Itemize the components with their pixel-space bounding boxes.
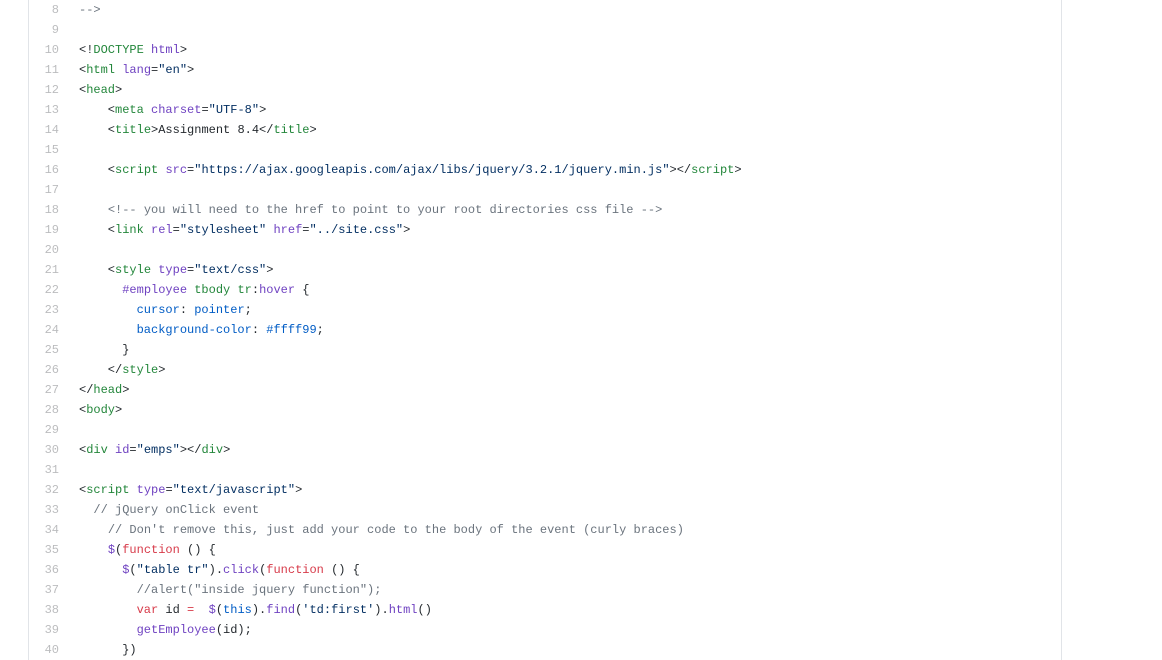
line-number[interactable]: 40: [33, 640, 59, 660]
line-number[interactable]: 33: [33, 500, 59, 520]
code-line[interactable]: -->: [79, 0, 1061, 20]
line-number[interactable]: 15: [33, 140, 59, 160]
line-number[interactable]: 27: [33, 380, 59, 400]
line-number[interactable]: 28: [33, 400, 59, 420]
code-line[interactable]: <link rel="stylesheet" href="../site.css…: [79, 220, 1061, 240]
code-line[interactable]: var id = $(this).find('td:first').html(): [79, 600, 1061, 620]
code-line[interactable]: [79, 460, 1061, 480]
code-line[interactable]: <body>: [79, 400, 1061, 420]
code-line[interactable]: #employee tbody tr:hover {: [79, 280, 1061, 300]
line-number[interactable]: 20: [33, 240, 59, 260]
code-line[interactable]: [79, 240, 1061, 260]
line-number[interactable]: 14: [33, 120, 59, 140]
code-line[interactable]: background-color: #ffff99;: [79, 320, 1061, 340]
line-number[interactable]: 36: [33, 560, 59, 580]
code-line[interactable]: <style type="text/css">: [79, 260, 1061, 280]
code-line[interactable]: // jQuery onClick event: [79, 500, 1061, 520]
code-viewer: 8910111213141516171819202122232425262728…: [28, 0, 1062, 660]
code-line[interactable]: }): [79, 640, 1061, 660]
line-number[interactable]: 9: [33, 20, 59, 40]
code-line[interactable]: //alert("inside jquery function");: [79, 580, 1061, 600]
line-number[interactable]: 39: [33, 620, 59, 640]
code-line[interactable]: </head>: [79, 380, 1061, 400]
line-number[interactable]: 18: [33, 200, 59, 220]
code-line[interactable]: cursor: pointer;: [79, 300, 1061, 320]
line-number-gutter: 8910111213141516171819202122232425262728…: [29, 0, 69, 660]
line-number[interactable]: 8: [33, 0, 59, 20]
line-number[interactable]: 32: [33, 480, 59, 500]
code-line[interactable]: // Don't remove this, just add your code…: [79, 520, 1061, 540]
code-line[interactable]: <div id="emps"></div>: [79, 440, 1061, 460]
code-line[interactable]: }: [79, 340, 1061, 360]
code-line[interactable]: getEmployee(id);: [79, 620, 1061, 640]
code-content[interactable]: --> <!DOCTYPE html><html lang="en"><head…: [69, 0, 1061, 660]
line-number[interactable]: 35: [33, 540, 59, 560]
line-number[interactable]: 37: [33, 580, 59, 600]
line-number[interactable]: 10: [33, 40, 59, 60]
code-line[interactable]: </style>: [79, 360, 1061, 380]
code-line[interactable]: <meta charset="UTF-8">: [79, 100, 1061, 120]
line-number[interactable]: 30: [33, 440, 59, 460]
line-number[interactable]: 11: [33, 60, 59, 80]
line-number[interactable]: 12: [33, 80, 59, 100]
code-line[interactable]: <html lang="en">: [79, 60, 1061, 80]
line-number[interactable]: 29: [33, 420, 59, 440]
code-line[interactable]: <head>: [79, 80, 1061, 100]
line-number[interactable]: 31: [33, 460, 59, 480]
code-line[interactable]: $("table tr").click(function () {: [79, 560, 1061, 580]
line-number[interactable]: 25: [33, 340, 59, 360]
code-line[interactable]: [79, 180, 1061, 200]
code-line[interactable]: [79, 420, 1061, 440]
line-number[interactable]: 13: [33, 100, 59, 120]
line-number[interactable]: 23: [33, 300, 59, 320]
line-number[interactable]: 16: [33, 160, 59, 180]
line-number[interactable]: 19: [33, 220, 59, 240]
code-line[interactable]: [79, 20, 1061, 40]
code-line[interactable]: <script src="https://ajax.googleapis.com…: [79, 160, 1061, 180]
line-number[interactable]: 22: [33, 280, 59, 300]
code-line[interactable]: <!-- you will need to the href to point …: [79, 200, 1061, 220]
code-line[interactable]: <!DOCTYPE html>: [79, 40, 1061, 60]
code-line[interactable]: <script type="text/javascript">: [79, 480, 1061, 500]
line-number[interactable]: 34: [33, 520, 59, 540]
line-number[interactable]: 26: [33, 360, 59, 380]
code-line[interactable]: [79, 140, 1061, 160]
line-number[interactable]: 17: [33, 180, 59, 200]
code-line[interactable]: <title>Assignment 8.4</title>: [79, 120, 1061, 140]
line-number[interactable]: 24: [33, 320, 59, 340]
line-number[interactable]: 38: [33, 600, 59, 620]
line-number[interactable]: 21: [33, 260, 59, 280]
code-line[interactable]: $(function () {: [79, 540, 1061, 560]
